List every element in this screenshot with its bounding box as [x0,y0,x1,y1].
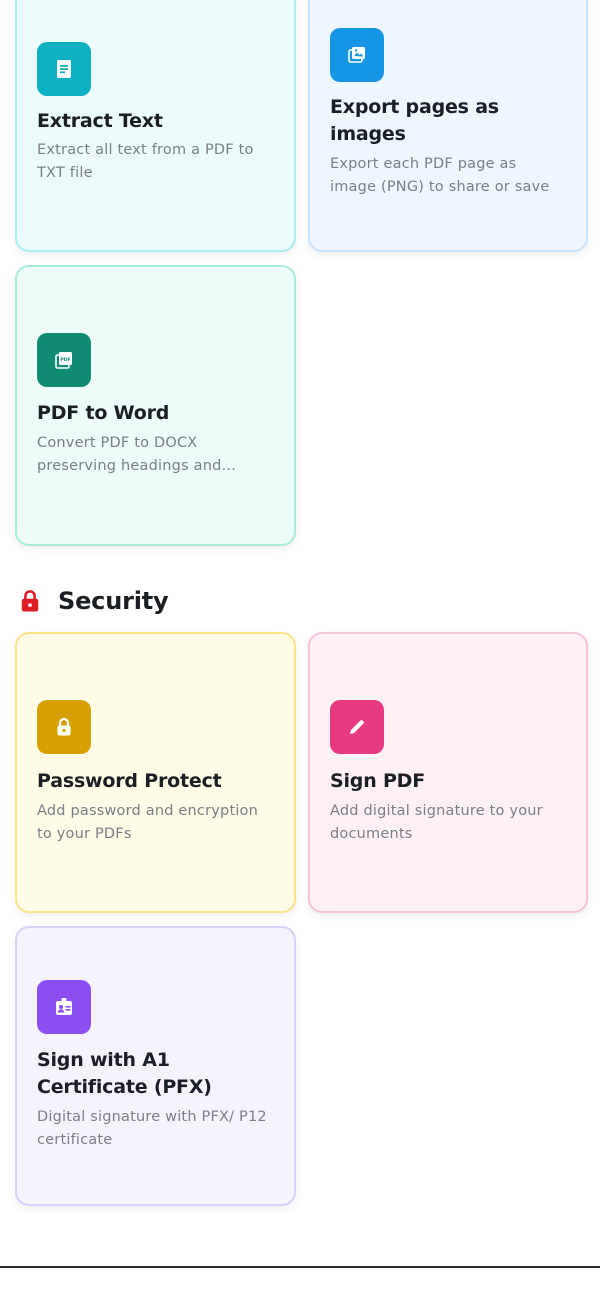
lock-icon [37,700,91,754]
lock-icon [18,588,42,614]
svg-text:PDF: PDF [60,357,70,363]
card-description: Export each PDF page as image (PNG) to s… [330,156,550,195]
card-title: Export pages as images [330,96,499,145]
security-section-header: Security [18,584,169,618]
card-title: PDF to Word [37,402,170,424]
bottom-divider [0,1266,600,1268]
card-title: Password Protect [37,770,222,792]
sign-pdf-card[interactable]: Sign PDF Add digital signature to your d… [308,632,588,913]
section-title: Security [58,587,169,615]
export-pages-as-images-card[interactable]: Export pages as images Export each PDF p… [308,0,588,252]
card-description: Digital signature with PFX/ P12 certific… [37,1109,267,1148]
card-description: Add digital signature to your documents [330,803,543,842]
card-title: Extract Text [37,110,163,132]
card-description: Add password and encryption to your PDFs [37,803,259,842]
id-badge-icon [37,980,91,1034]
card-description: Extract all text from a PDF to TXT file [37,142,254,181]
card-title: Sign PDF [330,770,426,792]
pdf-file-icon: PDF [37,333,91,387]
password-protect-card[interactable]: Password Protect Add password and encryp… [15,632,296,913]
pdf-to-word-card[interactable]: PDF PDF to Word Convert PDF to DOCX pres… [15,265,296,546]
extract-text-card[interactable]: Extract Text Extract all text from a PDF… [15,0,296,252]
document-text-icon [37,42,91,96]
pencil-icon [330,700,384,754]
card-title: Sign with A1 Certificate (PFX) [37,1049,212,1098]
image-gallery-icon [330,28,384,82]
card-description: Convert PDF to DOCX preserving headings … [37,435,222,474]
tools-screen: Extract Text Extract all text from a PDF… [0,0,600,1298]
sign-with-a1-certificate-card[interactable]: Sign with A1 Certificate (PFX) Digital s… [15,926,296,1206]
